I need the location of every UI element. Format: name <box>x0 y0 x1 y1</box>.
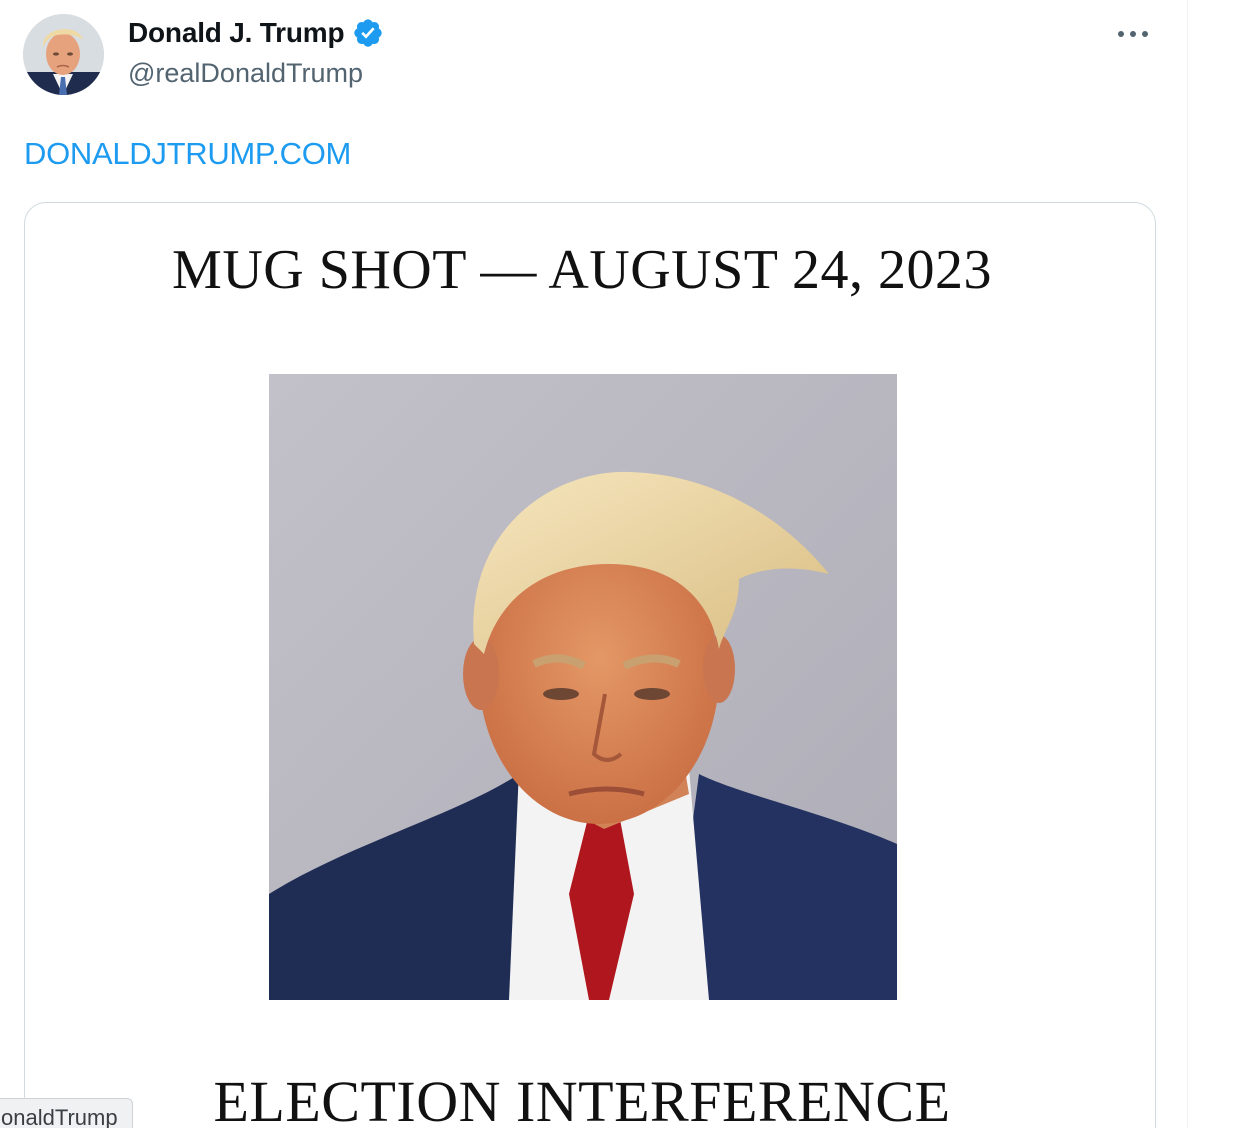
more-horizontal-icon <box>1118 31 1148 37</box>
more-options-button[interactable] <box>1110 16 1156 52</box>
avatar-image <box>23 14 104 95</box>
mugshot-photo[interactable] <box>269 374 897 1000</box>
author-name-row[interactable]: Donald J. Trump <box>128 17 384 49</box>
poster-footer: ELECTION INTERFERENCE <box>213 1069 951 1128</box>
author-handle[interactable]: @realDonaldTrump <box>128 58 363 89</box>
avatar[interactable] <box>23 14 104 95</box>
post-view: Donald J. Trump @realDonaldTrump DONALDJ… <box>0 0 1244 1128</box>
poster-title: MUG SHOT — AUGUST 24, 2023 <box>172 239 992 301</box>
column-divider <box>1187 0 1188 1128</box>
mugshot-image <box>269 374 897 1000</box>
verified-badge-icon[interactable] <box>352 17 384 49</box>
post-link[interactable]: DONALDJTRUMP.COM <box>24 136 351 172</box>
author-display-name[interactable]: Donald J. Trump <box>128 17 345 49</box>
hover-status-tooltip: onaldTrump <box>0 1098 133 1128</box>
